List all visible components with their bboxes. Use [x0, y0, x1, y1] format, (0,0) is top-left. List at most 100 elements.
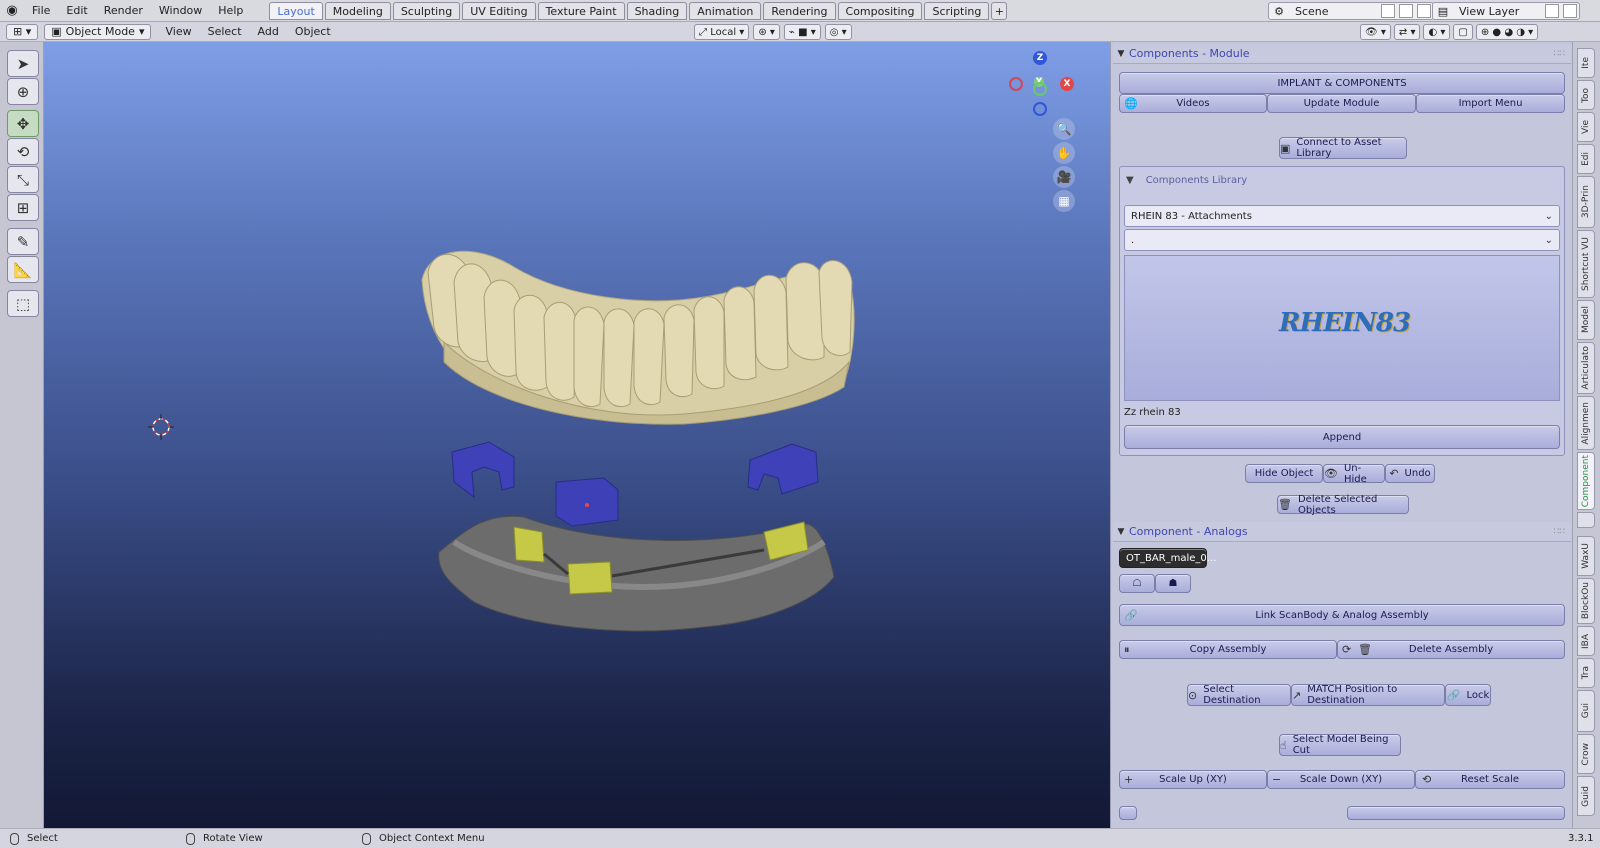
transform-tool-icon[interactable]: ⊞: [7, 194, 39, 221]
vtab-shortcut-vu[interactable]: Shortcut VU: [1577, 230, 1595, 298]
snap-toggle[interactable]: ⌁ ■ ▾: [783, 24, 821, 40]
vtab-alignment[interactable]: Alignmen: [1577, 396, 1595, 450]
vtab-component[interactable]: Component: [1577, 452, 1595, 510]
implant-components-button[interactable]: IMPLANT & COMPONENTS: [1119, 72, 1565, 94]
tab-texture-paint[interactable]: Texture Paint: [537, 1, 625, 20]
gizmo-neg-z[interactable]: [1033, 102, 1047, 116]
grid-ortho-icon[interactable]: ▦: [1053, 190, 1075, 212]
components-library-header[interactable]: ▼ Components Library: [1126, 175, 1247, 186]
gizmo-x-axis[interactable]: X: [1060, 77, 1074, 91]
mode-dropdown[interactable]: ▣ Object Mode ▾: [44, 23, 152, 40]
vtab-guide[interactable]: Guid: [1577, 776, 1595, 816]
measure-tool-icon[interactable]: 📐: [7, 256, 39, 283]
select-destination-button[interactable]: ⊙ Select Destination: [1187, 684, 1291, 706]
library-item-dropdown[interactable]: . ⌄: [1124, 229, 1560, 251]
library-category-dropdown[interactable]: RHEIN 83 - Attachments ⌄: [1124, 205, 1560, 227]
zoom-icon[interactable]: 🔍: [1053, 118, 1075, 140]
tab-shading[interactable]: Shading: [626, 1, 688, 20]
tab-layout[interactable]: Layout: [269, 1, 323, 20]
blender-logo-icon[interactable]: ◉: [0, 0, 24, 22]
import-menu-button[interactable]: Import Menu: [1416, 94, 1565, 113]
partial-button[interactable]: [1347, 806, 1565, 820]
camera-icon[interactable]: 🎥: [1053, 166, 1075, 188]
view-layer-close-icon[interactable]: [1563, 4, 1577, 18]
select-model-cut-button[interactable]: ☝ Select Model Being Cut: [1279, 734, 1401, 756]
menu-file[interactable]: File: [24, 0, 58, 22]
match-position-button[interactable]: ↗ MATCH Position to Destination: [1291, 684, 1445, 706]
scale-up-button[interactable]: + Scale Up (XY): [1119, 770, 1267, 789]
vtab-iba[interactable]: IBA: [1577, 626, 1595, 656]
header-menu-add[interactable]: Add: [250, 22, 287, 42]
scene-selector[interactable]: ⚙ Scene: [1268, 2, 1434, 20]
vtab-waxup[interactable]: WaxU: [1577, 536, 1595, 576]
cursor-tool-icon[interactable]: ⊕: [7, 78, 39, 105]
vtab-edit[interactable]: Edi: [1577, 144, 1595, 174]
editor-type-dropdown[interactable]: ⊞ ▾: [6, 23, 39, 40]
asset-preview[interactable]: RHEIN83: [1124, 255, 1560, 401]
xray-toggle[interactable]: ▢: [1453, 24, 1473, 40]
view-layer-selector[interactable]: ▤ View Layer: [1432, 2, 1580, 20]
attachment-cap-center[interactable]: [555, 477, 619, 527]
link-scanbody-button[interactable]: 🔗 Link ScanBody & Analog Assembly: [1119, 604, 1565, 626]
scene-close-icon[interactable]: [1417, 4, 1431, 18]
vtab-3d-print[interactable]: 3D-Prin: [1577, 176, 1595, 228]
scene-name[interactable]: Scene: [1289, 5, 1379, 18]
add-workspace-button[interactable]: +: [991, 1, 1008, 20]
ghost-off-toggle[interactable]: ☖: [1119, 574, 1155, 593]
view-layer-new-icon[interactable]: [1545, 4, 1559, 18]
view-layer-name[interactable]: View Layer: [1453, 5, 1543, 18]
tab-compositing[interactable]: Compositing: [837, 1, 923, 20]
update-module-button[interactable]: Update Module: [1267, 94, 1416, 113]
vtab-articulator[interactable]: Articulato: [1577, 342, 1595, 394]
scale-tool-icon[interactable]: ⤡: [7, 166, 39, 193]
menu-window[interactable]: Window: [151, 0, 210, 22]
vtab-blockout[interactable]: BlockOu: [1577, 578, 1595, 624]
undo-button[interactable]: ↶ Undo: [1385, 464, 1435, 483]
attachment-cap-right[interactable]: [747, 443, 819, 495]
delete-selected-objects-button[interactable]: 🗑 Delete Selected Objects: [1277, 494, 1409, 516]
reset-scale-button[interactable]: ⟲ Reset Scale: [1415, 770, 1565, 789]
drag-grip-icon[interactable]: ∷∷: [1554, 527, 1565, 537]
shading-modes[interactable]: ⊕ ● ◕ ◑ ▾: [1475, 24, 1539, 40]
menu-render[interactable]: Render: [96, 0, 151, 22]
tab-scripting[interactable]: Scripting: [924, 1, 990, 20]
visibility-dropdown[interactable]: 👁 ▾: [1360, 24, 1391, 40]
components-module-header[interactable]: ▼ Components - Module ∷∷: [1113, 44, 1571, 64]
vtab-tra[interactable]: Tra: [1577, 658, 1595, 688]
connect-asset-library-button[interactable]: ▣ Connect to Asset Library: [1279, 137, 1407, 159]
vtab-view[interactable]: Vie: [1577, 112, 1595, 142]
unhide-button[interactable]: 👁 Un-Hide: [1323, 463, 1385, 485]
vtab-crown[interactable]: Crow: [1577, 734, 1595, 774]
component-analogs-header[interactable]: ▼ Component - Analogs ∷∷: [1113, 522, 1571, 542]
checkbox[interactable]: [1119, 806, 1137, 820]
orientation-dropdown[interactable]: ⤢ Local ▾: [694, 24, 750, 40]
vtab-tool[interactable]: Too: [1577, 80, 1595, 110]
vtab-model[interactable]: Model: [1577, 300, 1595, 340]
gizmo-z-axis[interactable]: Z: [1033, 51, 1047, 65]
attachment-cap-left[interactable]: [451, 441, 515, 499]
pan-hand-icon[interactable]: ✋: [1053, 142, 1075, 164]
tab-modeling[interactable]: Modeling: [324, 1, 391, 20]
menu-help[interactable]: Help: [210, 0, 251, 22]
hide-object-button[interactable]: Hide Object: [1245, 464, 1323, 483]
vtab-item[interactable]: Ite: [1577, 48, 1595, 78]
rotate-tool-icon[interactable]: ⟲: [7, 138, 39, 165]
pivot-dropdown[interactable]: ⊛ ▾: [753, 24, 780, 40]
delete-assembly-button[interactable]: ⟳ 🗑 Delete Assembly: [1337, 640, 1565, 659]
tab-animation[interactable]: Animation: [689, 1, 762, 20]
tab-uv-editing[interactable]: UV Editing: [462, 1, 536, 20]
proportional-edit-toggle[interactable]: ◎ ▾: [824, 24, 852, 40]
gizmo-neg-y[interactable]: [1033, 82, 1047, 96]
lock-button[interactable]: 🔗 Lock: [1445, 684, 1491, 706]
vtab-unnamed[interactable]: [1577, 512, 1595, 528]
scene-new-icon[interactable]: [1399, 4, 1413, 18]
header-menu-view[interactable]: View: [157, 22, 199, 42]
tab-sculpting[interactable]: Sculpting: [392, 1, 461, 20]
gizmo-dropdown[interactable]: ⇄ ▾: [1393, 24, 1421, 40]
ghost-on-toggle[interactable]: ☗: [1155, 574, 1191, 593]
dental-arch-model[interactable]: [421, 250, 855, 425]
scale-down-button[interactable]: − Scale Down (XY): [1267, 770, 1415, 789]
header-menu-object[interactable]: Object: [287, 22, 339, 42]
tab-rendering[interactable]: Rendering: [763, 1, 836, 20]
menu-edit[interactable]: Edit: [58, 0, 95, 22]
